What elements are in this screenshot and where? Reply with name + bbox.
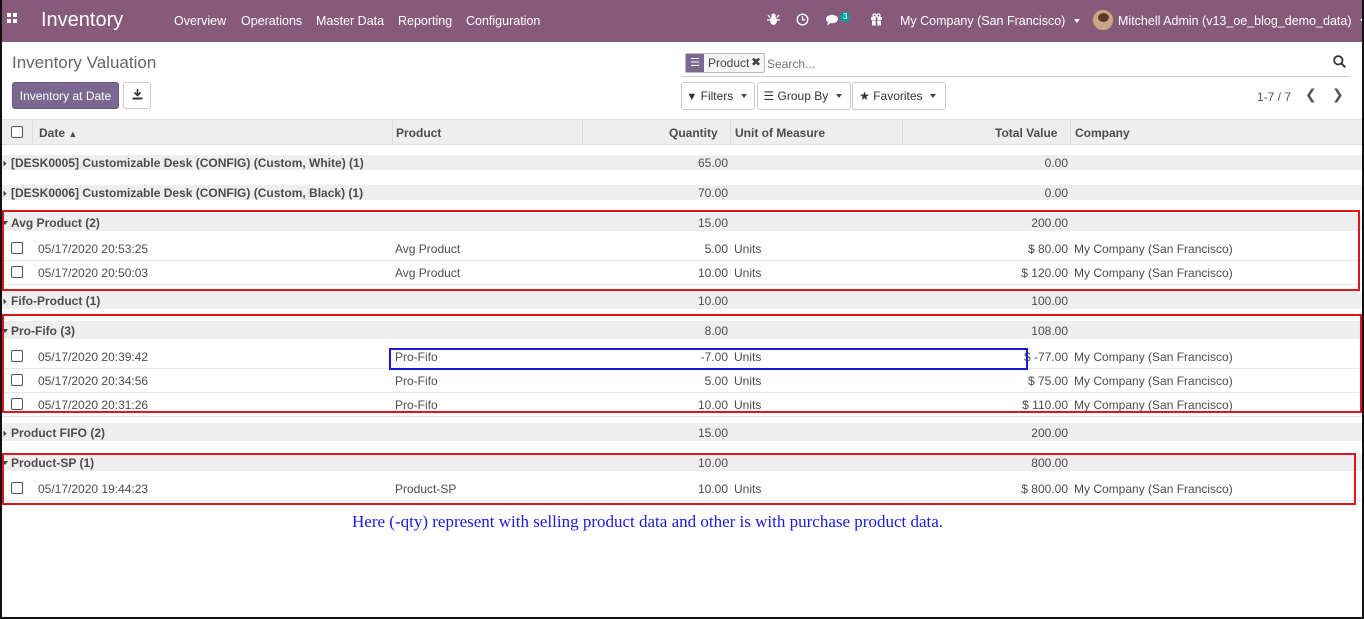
caret-right-icon — [3, 160, 7, 167]
group-row[interactable]: [DESK0006] Customizable Desk (CONFIG) (C… — [0, 184, 1364, 201]
row-checkbox[interactable] — [11, 242, 23, 254]
user-name: Mitchell Admin (v13_oe_blog_demo_data) — [1118, 14, 1352, 28]
menu-configuration[interactable]: Configuration — [466, 14, 540, 28]
chevron-down-icon — [740, 94, 747, 98]
favorites-label: Favorites — [873, 89, 923, 103]
table-row[interactable]: 05/17/2020 19:44:23 Product-SP 10.00 Uni… — [0, 477, 1364, 501]
caret-down-icon — [2, 221, 8, 225]
menu-operations[interactable]: Operations — [241, 14, 302, 28]
table-row[interactable]: 05/17/2020 20:53:25 Avg Product 5.00 Uni… — [0, 237, 1364, 261]
chevron-down-icon — [835, 94, 842, 98]
caret-down-icon — [2, 461, 8, 465]
pager-next-icon[interactable]: ❯ — [1332, 86, 1344, 103]
group-row[interactable]: Product FIFO (2) 15.00 200.00 — [0, 422, 1364, 442]
group-row[interactable]: Pro-Fifo (3) 8.00 108.00 — [0, 320, 1364, 340]
table-row[interactable]: 05/17/2020 20:31:26 Pro-Fifo 10.00 Units… — [0, 393, 1364, 417]
user-avatar[interactable] — [1092, 9, 1114, 31]
clock-icon[interactable] — [796, 13, 809, 26]
star-icon: ★ — [859, 89, 870, 103]
search-input[interactable] — [767, 55, 1307, 73]
row-checkbox[interactable] — [11, 374, 23, 386]
select-all-checkbox[interactable] — [11, 126, 23, 138]
caret-right-icon — [3, 430, 7, 437]
chat-icon[interactable] — [826, 14, 841, 26]
caret-right-icon — [3, 298, 7, 305]
menu-overview[interactable]: Overview — [174, 14, 226, 28]
list-icon: ☰ — [763, 89, 775, 103]
user-menu[interactable]: Mitchell Admin (v13_oe_blog_demo_data) — [1118, 14, 1364, 28]
download-icon — [132, 88, 142, 99]
remove-facet-icon[interactable]: ✖ — [751, 55, 761, 69]
filter-icon: ▼ — [686, 91, 698, 103]
download-button[interactable] — [123, 82, 151, 109]
list-icon: ☰ — [686, 54, 704, 72]
group-row[interactable]: [DESK0005] Customizable Desk (CONFIG) (C… — [0, 154, 1364, 171]
column-quantity[interactable]: Quantity — [669, 126, 718, 140]
page-title: Inventory Valuation — [12, 53, 157, 72]
message-count-badge: 3 — [840, 12, 851, 22]
column-date[interactable]: Date ▲ — [39, 126, 77, 140]
row-checkbox[interactable] — [11, 266, 23, 278]
group-by-button[interactable]: ☰ Group By — [757, 82, 851, 110]
apps-menu-icon[interactable] — [7, 13, 19, 25]
group-row[interactable]: Avg Product (2) 15.00 200.00 — [0, 212, 1364, 232]
row-checkbox[interactable] — [11, 398, 23, 410]
group-row[interactable]: Fifo-Product (1) 10.00 100.00 — [0, 290, 1364, 310]
group-by-label: Group By — [777, 89, 829, 103]
company-name: My Company (San Francisco) — [900, 14, 1066, 28]
favorites-button[interactable]: ★ Favorites — [852, 82, 946, 110]
menu-reporting[interactable]: Reporting — [398, 14, 452, 28]
chevron-down-icon — [1073, 19, 1080, 23]
chevron-down-icon — [929, 94, 936, 98]
caret-right-icon — [3, 190, 7, 197]
filters-label: Filters — [700, 89, 734, 103]
gift-icon[interactable] — [870, 13, 883, 26]
sort-ascending-icon: ▲ — [68, 129, 78, 139]
company-switcher[interactable]: My Company (San Francisco) — [900, 14, 1083, 28]
table-row[interactable]: 05/17/2020 20:50:03 Avg Product 10.00 Un… — [0, 261, 1364, 285]
menu-master-data[interactable]: Master Data — [316, 14, 384, 28]
annotation-note: Here (-qty) represent with selling produ… — [352, 512, 944, 531]
control-panel: Inventory Valuation Inventory at Date ☰ … — [0, 42, 1364, 120]
chevron-down-icon — [1359, 19, 1364, 23]
row-checkbox[interactable] — [11, 482, 23, 494]
table-row[interactable]: 05/17/2020 20:39:42 Pro-Fifo -7.00 Units… — [0, 345, 1364, 369]
filters-button[interactable]: ▼ Filters — [681, 82, 755, 110]
column-unit-of-measure[interactable]: Unit of Measure — [735, 126, 825, 140]
pager-previous-icon[interactable]: ❮ — [1305, 86, 1317, 103]
pager-value[interactable]: 1-7 / 7 — [1257, 90, 1291, 104]
search-bar: ☰ Product ✖ — [681, 51, 1350, 77]
caret-down-icon — [2, 329, 8, 333]
inventory-at-date-button[interactable]: Inventory at Date — [12, 82, 119, 109]
column-company[interactable]: Company — [1075, 126, 1130, 140]
column-product[interactable]: Product — [396, 126, 441, 140]
search-icon[interactable] — [1333, 55, 1346, 68]
top-navbar: Inventory Overview Operations Master Dat… — [0, 0, 1364, 42]
bug-icon[interactable] — [767, 13, 780, 26]
facet-value: Product — [708, 56, 750, 70]
search-facet-product[interactable]: ☰ Product ✖ — [685, 53, 765, 73]
app-brand[interactable]: Inventory — [41, 9, 123, 32]
table-header: Date ▲ Product Quantity Unit of Measure … — [0, 120, 1364, 145]
table-row[interactable]: 05/17/2020 20:34:56 Pro-Fifo 5.00 Units … — [0, 369, 1364, 393]
row-checkbox[interactable] — [11, 350, 23, 362]
column-total-value[interactable]: Total Value — [995, 126, 1057, 140]
group-row[interactable]: Product-SP (1) 10.00 800.00 — [0, 452, 1364, 472]
